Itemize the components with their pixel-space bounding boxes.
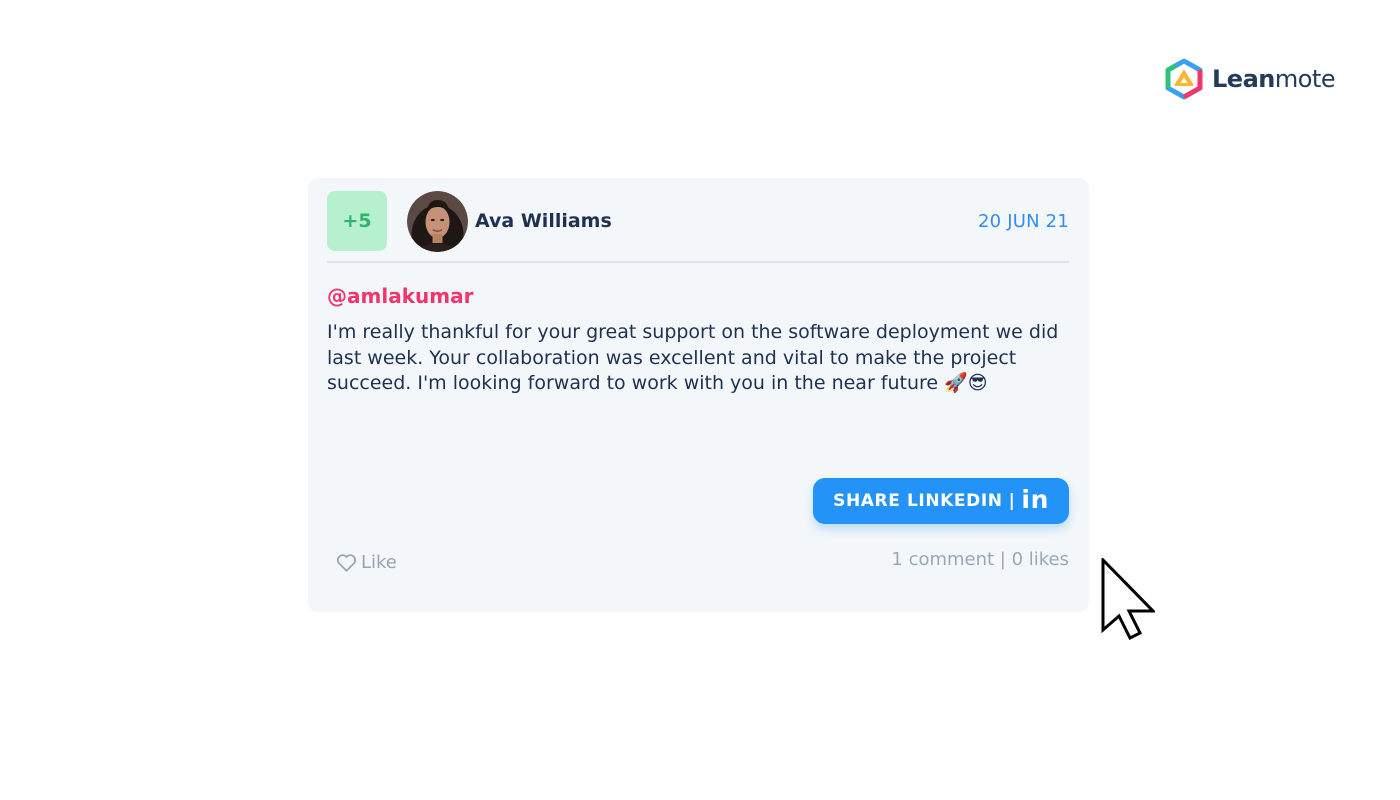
share-linkedin-button[interactable]: SHARE LINKEDIN | in [813,478,1069,524]
mouse-cursor-icon [1101,558,1155,640]
brand-name: Lean mote [1212,65,1336,93]
like-button[interactable]: Like [336,552,397,573]
header-divider [327,261,1069,263]
heart-icon [336,554,357,572]
post-header: +5 Ava Williams 20 JUN 21 [327,190,1069,252]
leanmote-logo-icon [1165,58,1203,100]
share-linkedin-label: SHARE LINKEDIN [833,491,1003,511]
recognition-post-card: +5 Ava Williams 20 JUN 21 @amlakumar I'm… [308,178,1089,612]
linkedin-icon: in [1021,484,1049,514]
author-name[interactable]: Ava Williams [475,210,612,232]
user-avatar[interactable] [407,190,468,252]
brand-logo: Lean mote [1164,58,1336,100]
like-label: Like [361,552,397,573]
brand-name-bold: Lean [1212,65,1275,93]
points-badge: +5 [327,191,387,251]
share-separator: | [1008,491,1016,511]
post-date: 20 JUN 21 [977,210,1069,232]
mention-link[interactable]: @amlakumar [327,284,473,308]
brand-name-light: mote [1274,65,1336,93]
post-message: I'm really thankful for your great suppo… [327,321,1059,394]
post-stats[interactable]: 1 comment | 0 likes [891,549,1069,570]
